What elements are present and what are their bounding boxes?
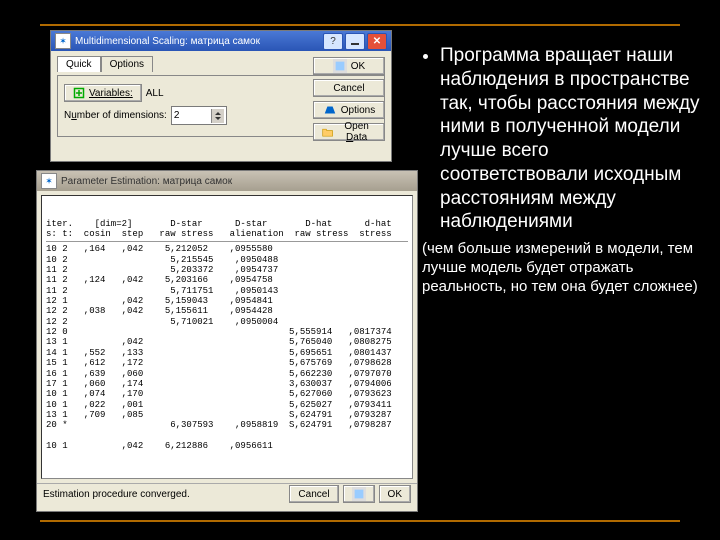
- summary-icon: [352, 487, 366, 501]
- param-titlebar[interactable]: ✶ Parameter Estimation: матрица самок: [37, 171, 417, 191]
- annotation-main: Программа вращает наши наблюдения в прос…: [440, 44, 702, 234]
- status-bar: Estimation procedure converged. Cancel O…: [37, 483, 417, 504]
- iteration-header: iter. [dim=2] D-star D-star D-hat d-hat …: [46, 219, 408, 243]
- divider-bottom: [40, 520, 680, 522]
- run-icon: [333, 59, 347, 73]
- mds-dialog: ✶ Multidimensional Scaling: матрица само…: [50, 30, 392, 162]
- help-button[interactable]: ?: [323, 33, 343, 50]
- folder-open-icon: [322, 125, 333, 139]
- cancel-button[interactable]: Cancel: [313, 79, 385, 97]
- close-button[interactable]: ✕: [367, 33, 387, 50]
- numdim-label: Number of dimensions:: [64, 110, 167, 121]
- open-data-button[interactable]: Open Data: [313, 123, 385, 141]
- dialog-button-column: OK Cancel Options Open Data: [313, 57, 385, 141]
- options-button-label: Options: [341, 105, 375, 116]
- spinner-icon[interactable]: [211, 109, 224, 123]
- param-ok-button[interactable]: OK: [379, 485, 411, 503]
- iteration-table: iter. [dim=2] D-star D-star D-hat d-hat …: [41, 195, 413, 479]
- variables-icon: [73, 87, 85, 99]
- param-cancel-button[interactable]: Cancel: [289, 485, 338, 503]
- variables-button[interactable]: Variables:: [64, 84, 142, 102]
- app-icon: ✶: [55, 33, 71, 49]
- ok-button-label: OK: [351, 61, 365, 72]
- numdim-value: 2: [174, 110, 180, 121]
- param-title: Parameter Estimation: матрица самок: [61, 176, 413, 187]
- minimize-button[interactable]: [345, 33, 365, 50]
- annotation-sub: (чем больше измерений в модели, тем лучш…: [422, 240, 702, 296]
- options-icon: [323, 103, 337, 117]
- divider-top: [40, 24, 680, 26]
- param-summary-button[interactable]: [343, 485, 375, 503]
- numdim-input[interactable]: 2: [171, 106, 227, 125]
- tab-options[interactable]: Options: [101, 56, 153, 72]
- app-icon: ✶: [41, 173, 57, 189]
- iteration-rows: 10 2 ,164 ,042 5,212052 ,0955580 10 2 5,…: [46, 244, 408, 451]
- tab-quick[interactable]: Quick: [57, 56, 101, 72]
- open-data-label: Open Data: [337, 121, 376, 143]
- mds-titlebar[interactable]: ✶ Multidimensional Scaling: матрица само…: [51, 31, 391, 51]
- variables-value: ALL: [146, 88, 164, 99]
- slide-annotation: Программа вращает наши наблюдения в прос…: [422, 44, 702, 296]
- mds-title: Multidimensional Scaling: матрица самок: [75, 36, 321, 47]
- ok-button[interactable]: OK: [313, 57, 385, 75]
- options-button[interactable]: Options: [313, 101, 385, 119]
- param-estimation-dialog: ✶ Parameter Estimation: матрица самок it…: [36, 170, 418, 512]
- status-text: Estimation procedure converged.: [43, 489, 190, 500]
- variables-button-label: Variables:: [89, 88, 133, 99]
